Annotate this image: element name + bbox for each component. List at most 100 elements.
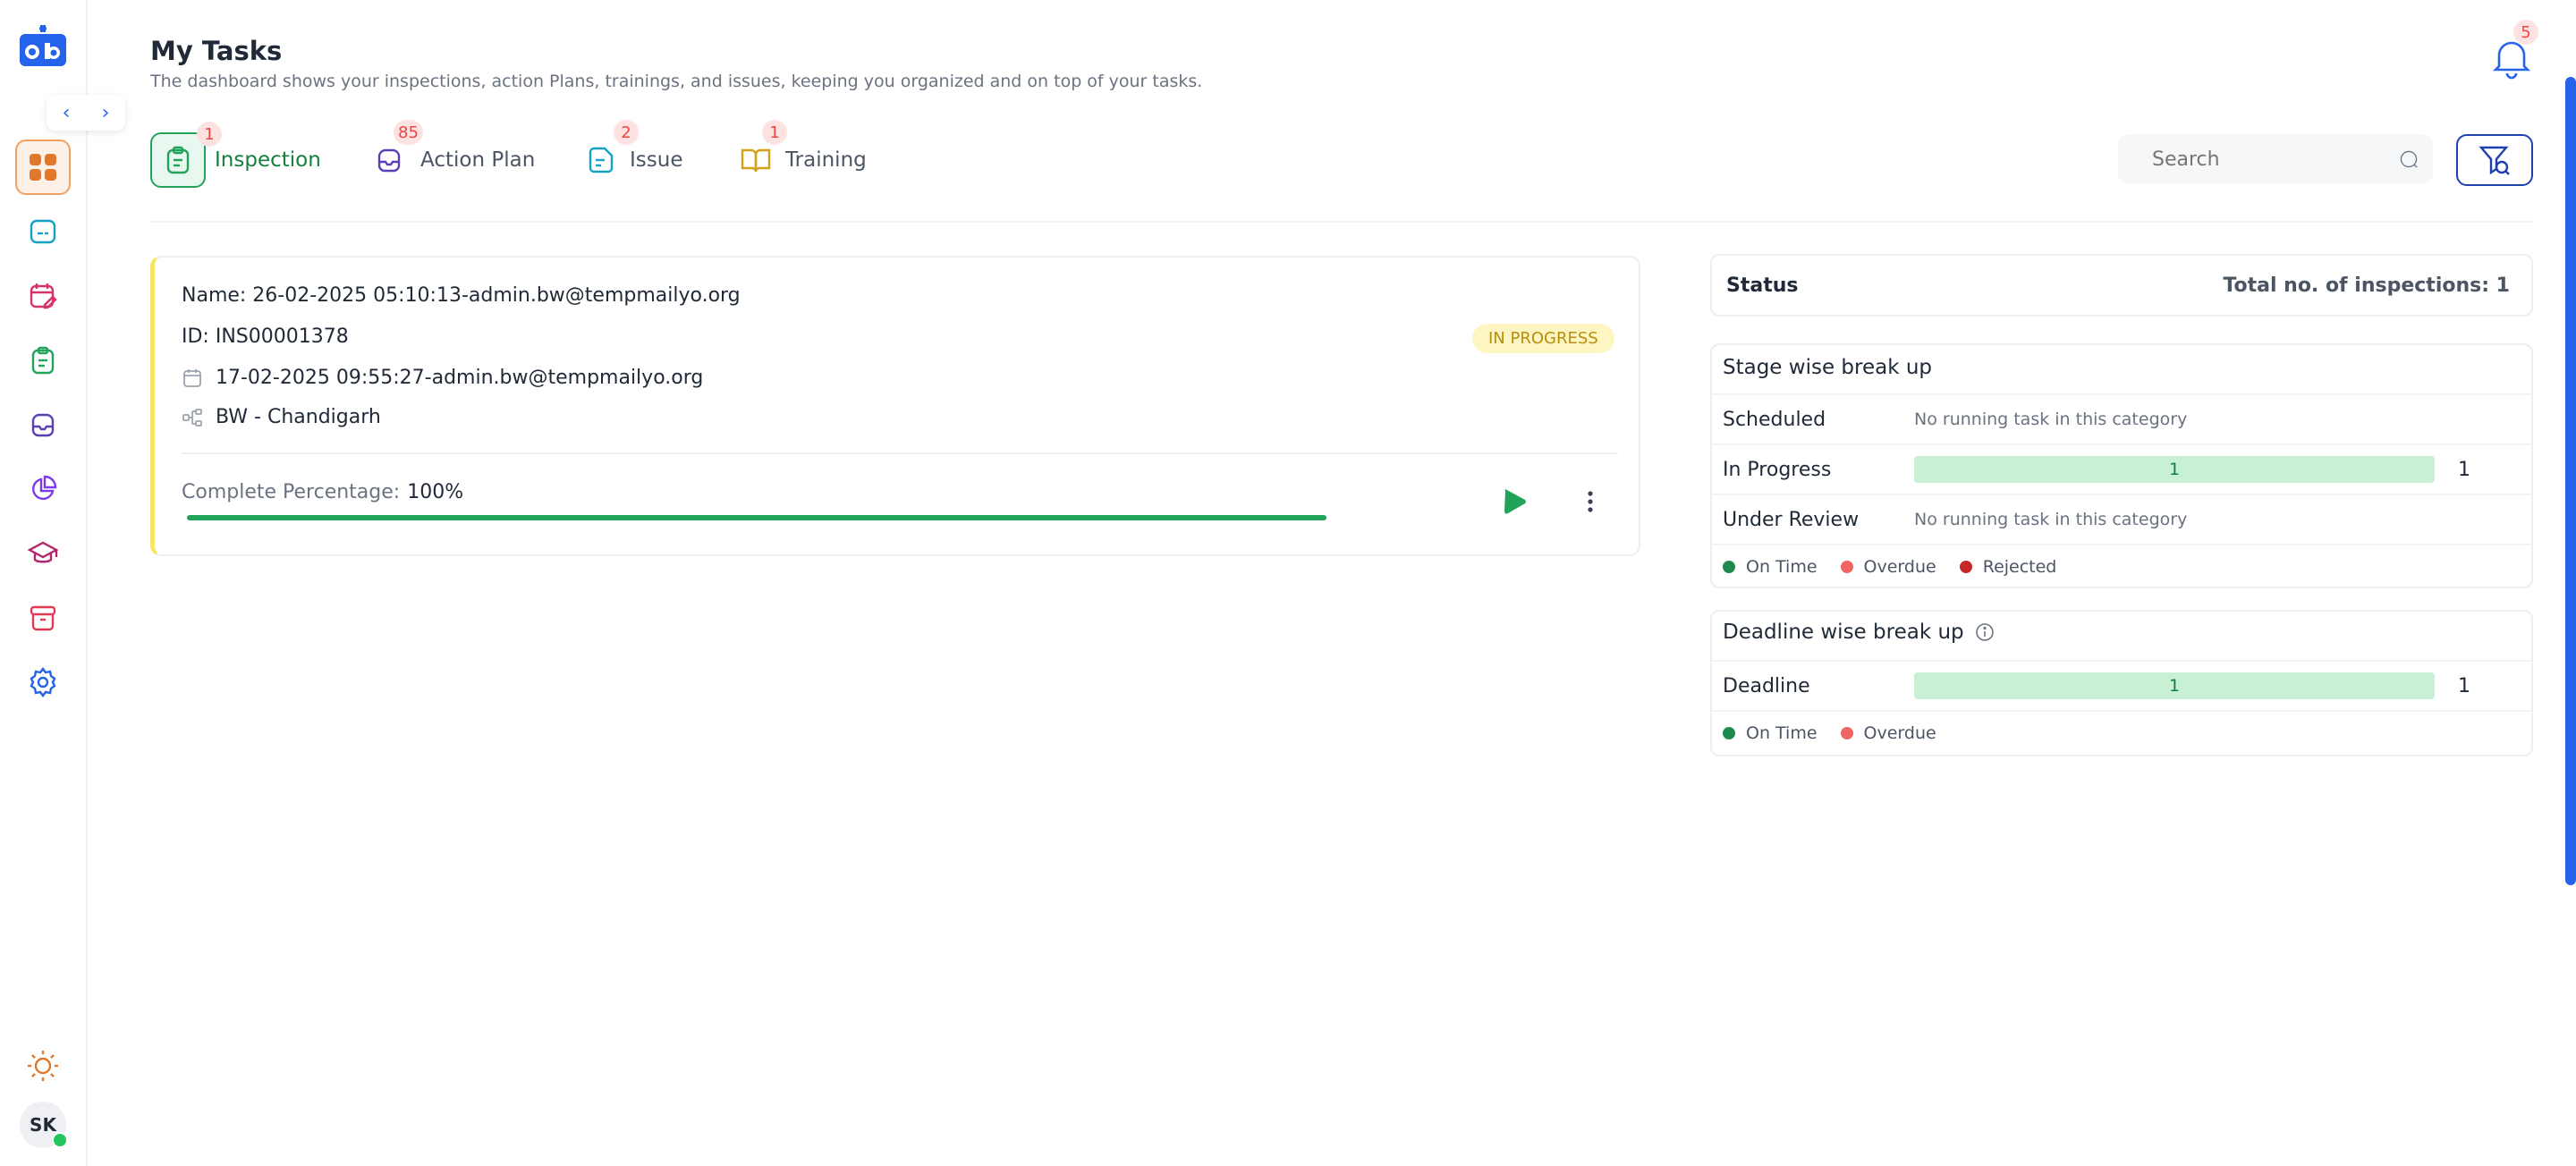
clipboard-icon — [166, 146, 190, 174]
stage-name: Scheduled — [1723, 408, 1826, 431]
search-input[interactable] — [2150, 147, 2399, 172]
chevron-right-icon[interactable]: › — [102, 102, 110, 124]
sidebar-item-settings[interactable] — [15, 655, 71, 710]
legend-item: On Time — [1723, 723, 1818, 743]
stage-row-scheduled: Scheduled No running task in this catego… — [1712, 393, 2531, 444]
tab-inspection[interactable]: 1 Inspection — [150, 122, 321, 190]
progress-bar — [187, 515, 1326, 520]
legend-dot — [1723, 727, 1735, 739]
legend-item: Overdue — [1840, 557, 1936, 577]
sidebar-item-dashboard[interactable] — [15, 139, 71, 195]
search-icon[interactable] — [2399, 143, 2419, 175]
deadline-breakup-panel: Deadline wise break up Deadline 1 1 On T… — [1710, 610, 2533, 756]
stage-row-in-progress[interactable]: In Progress 1 1 — [1712, 444, 2531, 494]
stage-legend: On Time Overdue Rejected — [1723, 557, 2080, 577]
stage-row-under-review: Under Review No running task in this cat… — [1712, 494, 2531, 544]
deadline-legend-row: On Time Overdue — [1712, 710, 2531, 755]
inbox-icon — [377, 148, 401, 173]
complete-percentage: Complete Percentage: 100% — [182, 481, 463, 503]
dashboard-grid-icon — [30, 154, 56, 181]
filter-button[interactable] — [2456, 134, 2533, 186]
task-card[interactable]: Name: 26-02-2025 05:10:13-admin.bw@tempm… — [150, 256, 1640, 556]
tab-badge: 85 — [394, 120, 423, 145]
stage-legend-row: On Time Overdue Rejected — [1712, 544, 2531, 588]
sidebar-item-archive[interactable] — [15, 590, 71, 646]
tab-action-plan-icon-box: 85 — [361, 120, 423, 188]
tab-label: Action Plan — [420, 148, 536, 172]
sidebar-item-action-plans[interactable] — [15, 397, 71, 452]
chevron-left-icon[interactable]: ‹ — [63, 102, 71, 124]
message-icon — [30, 219, 56, 244]
avatar[interactable]: SK — [20, 1102, 68, 1148]
legend-dot — [1959, 561, 1972, 573]
task-id: ID: INS00001378 — [182, 325, 349, 348]
legend-item: Overdue — [1840, 723, 1936, 743]
page-subtitle: The dashboard shows your inspections, ac… — [150, 72, 1203, 91]
document-icon — [589, 147, 614, 173]
deadline-row[interactable]: Deadline 1 1 — [1712, 660, 2531, 710]
sidebar-item-messages[interactable] — [15, 204, 71, 259]
sidebar-item-reports[interactable] — [15, 461, 71, 517]
task-name: Name: 26-02-2025 05:10:13-admin.bw@tempm… — [182, 284, 741, 307]
stage-name: In Progress — [1723, 458, 1832, 481]
theme-toggle[interactable] — [27, 1050, 59, 1082]
total-inspections: Total no. of inspections: 1 — [2223, 274, 2510, 297]
legend-label: On Time — [1746, 557, 1818, 577]
sidebar-item-training[interactable] — [15, 526, 71, 581]
sidebar-item-calendar[interactable] — [15, 268, 71, 324]
stage-empty-text: No running task in this category — [1914, 410, 2188, 429]
calendar-edit-icon — [30, 283, 57, 309]
page-scrollbar[interactable] — [2565, 77, 2576, 885]
sidebar-item-inspections[interactable] — [15, 333, 71, 388]
tab-badge: 1 — [197, 122, 222, 147]
tab-issue[interactable]: 2 Issue — [574, 120, 683, 190]
tab-label: Issue — [630, 148, 683, 172]
stage-breakup-panel: Stage wise break up Scheduled No running… — [1710, 343, 2533, 588]
more-options-button[interactable] — [1577, 488, 1604, 515]
notification-badge: 5 — [2513, 20, 2538, 45]
stage-empty-text: No running task in this category — [1914, 510, 2188, 529]
page-title: My Tasks — [150, 36, 283, 66]
status-panel-header: Status Total no. of inspections: 1 — [1710, 254, 2533, 317]
sidebar-collapse-control: ‹ › — [47, 95, 125, 131]
start-task-button[interactable] — [1501, 488, 1528, 515]
tab-badge: 2 — [614, 120, 639, 145]
legend-item: On Time — [1723, 557, 1818, 577]
deadline-name: Deadline — [1723, 674, 1810, 697]
stage-count: 1 — [2458, 458, 2470, 481]
app-logo[interactable] — [16, 25, 70, 72]
status-title: Status — [1726, 274, 1799, 297]
card-divider — [182, 452, 1618, 454]
inbox-icon — [31, 413, 55, 437]
avatar-initials: SK — [30, 1114, 56, 1136]
task-location-row: BW - Chandigarh — [182, 406, 381, 428]
search-box — [2118, 134, 2433, 184]
archive-icon — [30, 605, 56, 631]
status-badge: IN PROGRESS — [1472, 324, 1614, 353]
clipboard-icon — [31, 346, 55, 375]
sun-icon — [28, 1051, 58, 1081]
task-location: BW - Chandigarh — [216, 406, 381, 428]
online-status-dot — [52, 1132, 68, 1148]
deadline-count: 1 — [2458, 674, 2470, 697]
tab-training[interactable]: 1 Training — [728, 120, 867, 190]
sidebar: SK — [0, 0, 88, 1166]
stage-breakup-title: Stage wise break up — [1723, 356, 1933, 379]
tab-inspection-icon-box: 1 — [150, 122, 222, 188]
kebab-menu-icon — [1588, 491, 1593, 512]
legend-label: Overdue — [1863, 723, 1936, 743]
legend-label: On Time — [1746, 723, 1818, 743]
tab-label: Inspection — [215, 148, 321, 172]
settings-icon — [30, 667, 56, 697]
deadline-bar[interactable]: 1 — [1914, 672, 2435, 699]
book-open-icon — [741, 148, 771, 173]
stage-bar[interactable]: 1 — [1914, 456, 2435, 483]
info-icon[interactable] — [1975, 622, 1995, 642]
task-date-row: 17-02-2025 09:55:27-admin.bw@tempmailyo.… — [182, 367, 703, 389]
header-divider — [150, 221, 2533, 223]
legend-dot — [1723, 561, 1735, 573]
legend-dot — [1840, 727, 1853, 739]
filter-icon — [2479, 146, 2510, 175]
tab-action-plan[interactable]: 85 Action Plan — [361, 120, 536, 190]
legend-label: Rejected — [1982, 557, 2057, 577]
